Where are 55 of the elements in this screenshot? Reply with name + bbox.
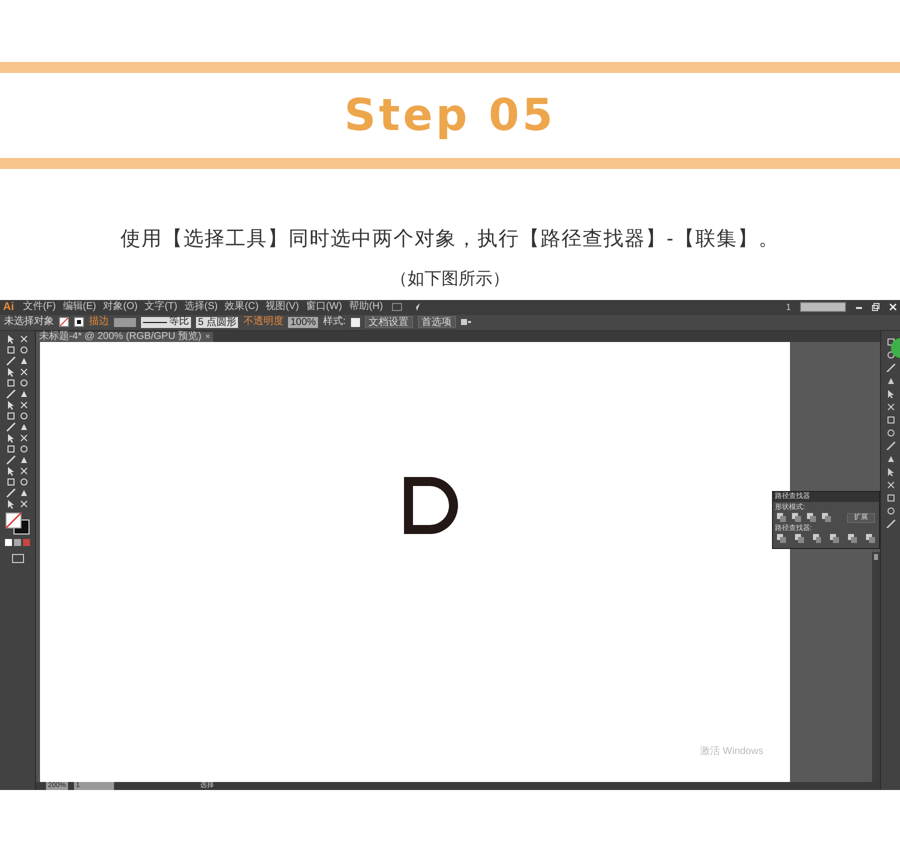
panel-icon[interactable] [886,402,896,410]
menu-item[interactable]: 选择(S) [184,302,218,312]
tool-icon[interactable] [19,366,29,376]
style-label: 样式: [322,317,346,327]
pathfinder-icon[interactable] [848,534,858,542]
control-button[interactable]: 首选项 [418,316,456,328]
menu-item[interactable]: 视图(V) [266,302,299,312]
step-title: Step 05 [344,88,556,142]
gradient-mode-icon[interactable] [14,538,21,546]
fill-swatch-icon[interactable] [59,317,69,327]
screen-mode-icon[interactable] [12,554,24,562]
arrange-icon[interactable] [460,318,471,326]
menu-item[interactable]: 文件(F) [23,302,56,312]
opacity-field[interactable]: 100% [288,316,318,328]
scrollbar[interactable] [872,552,880,782]
tab-title: 未标题-4* @ 200% (RGB/GPU 预览) [39,332,202,342]
opacity-label[interactable]: 不透明度 [243,317,284,327]
menu-item[interactable]: 窗口(W) [306,302,342,312]
restore-icon[interactable] [872,303,880,311]
menu-item[interactable]: 对象(O) [103,302,138,312]
selection-label: 未选择对象 [4,317,54,327]
fill-stroke-icon[interactable] [4,512,30,536]
tool-icon[interactable] [19,432,29,442]
menu-item[interactable]: 效果(C) [224,302,259,312]
workspace-switcher[interactable]: 1 [786,302,791,312]
menu-item[interactable]: 编辑(E) [62,302,96,312]
stroke-label[interactable]: 描边 [89,317,109,327]
pathfinder-icon[interactable] [794,534,804,542]
stroke-swatch-icon[interactable] [74,317,84,327]
pathfinder-icon[interactable] [830,534,840,542]
close-icon[interactable] [889,303,897,311]
color-mode-icon[interactable] [5,538,12,546]
pathfinder-icon[interactable] [866,534,875,542]
pathfinder-icon[interactable] [777,534,786,542]
stroke-weight-field[interactable] [114,318,136,326]
tool-icon[interactable] [19,400,29,410]
style-swatch[interactable] [350,318,360,326]
app-logo: Ai [3,302,14,312]
pathfinder-icon[interactable] [812,534,822,542]
tool-icon[interactable] [19,466,29,476]
caption-text: （如下图所示） [390,268,510,290]
panel-icon[interactable] [886,480,896,488]
layout-icon[interactable] [392,303,402,311]
instruction-text: 使用【选择工具】同时选中两个对象，执行【路径查找器】-【联集】。 [120,227,780,252]
tab-close[interactable]: × [205,332,210,340]
control-button[interactable]: 文档设置 [364,316,413,328]
menu-item[interactable]: 帮助(H) [349,302,383,312]
search-field[interactable] [800,302,846,312]
tool-icon[interactable] [19,498,29,508]
stroke-profile-dropdown[interactable]: 等比 [141,316,191,328]
menu-item[interactable]: 文字(T) [144,302,178,312]
activation-notice: 激活 Windows [700,744,764,758]
tool-icon[interactable] [19,334,29,344]
brush-dropdown[interactable]: 5 点圆形 [196,316,238,328]
document-tab[interactable]: 未标题-4* @ 200% (RGB/GPU 预览) × [36,332,214,342]
